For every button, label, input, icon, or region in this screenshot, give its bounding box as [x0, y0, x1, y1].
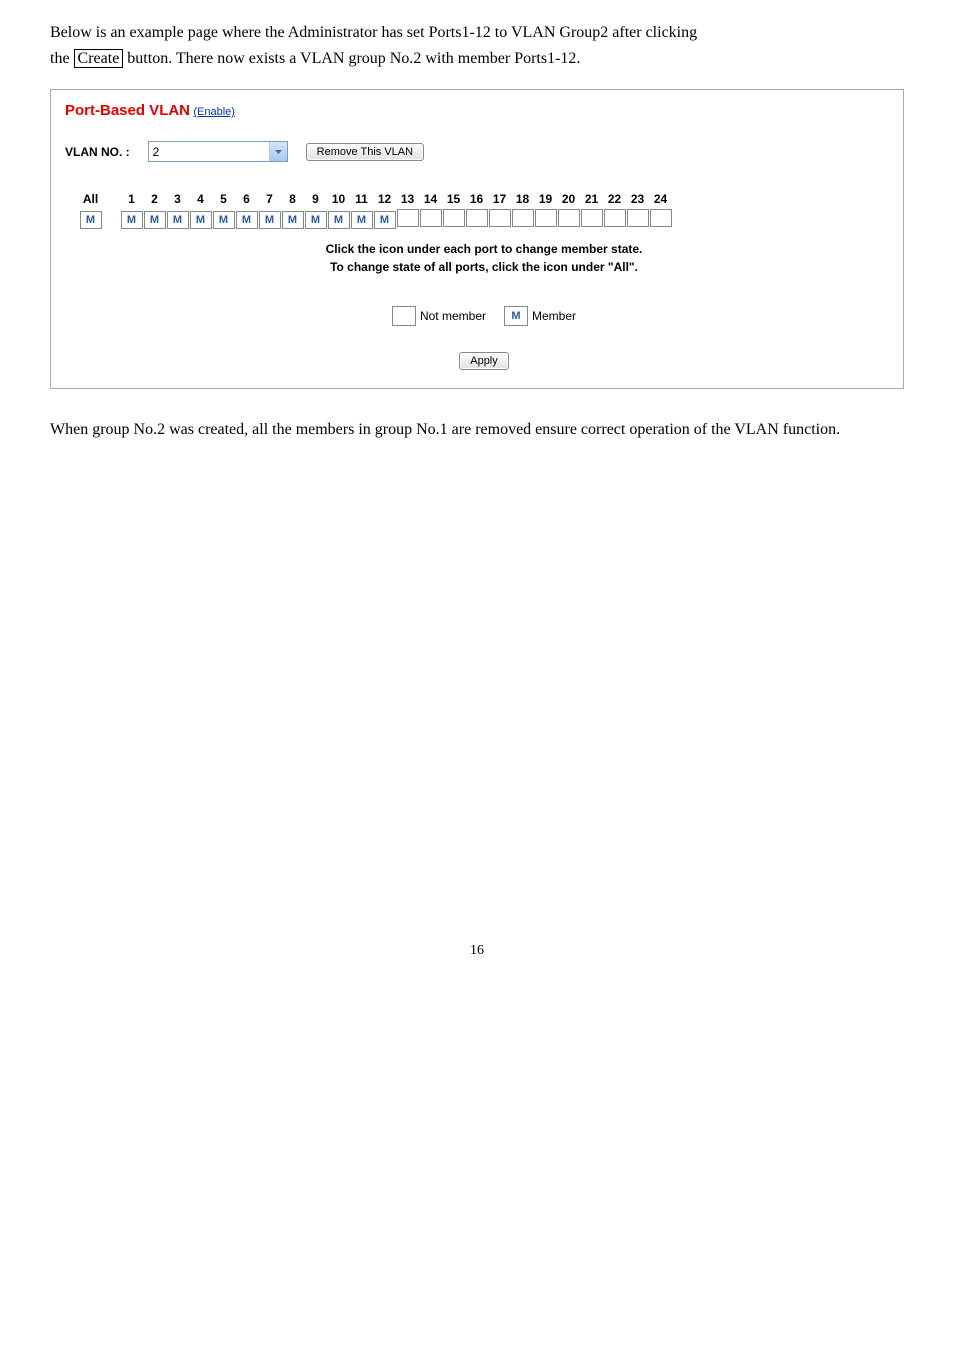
port-header-8: 8: [281, 192, 304, 209]
port-toggle-20[interactable]: [558, 209, 580, 227]
enable-link[interactable]: (Enable): [193, 106, 235, 118]
hint-line1: Click the icon under each port to change…: [326, 242, 643, 256]
port-header-15: 15: [442, 192, 465, 209]
port-header-2: 2: [143, 192, 166, 209]
port-header-12: 12: [373, 192, 396, 209]
port-header-19: 19: [534, 192, 557, 209]
panel-title: Port-Based VLAN: [65, 102, 190, 119]
port-header-17: 17: [488, 192, 511, 209]
intro-paragraph: Below is an example page where the Admin…: [50, 20, 904, 71]
port-toggle-17[interactable]: [489, 209, 511, 227]
page-number: 16: [50, 943, 904, 959]
legend-not-member: Not member: [392, 306, 486, 326]
legend: Not member M Member: [79, 306, 889, 326]
remove-vlan-button[interactable]: Remove This VLAN: [306, 143, 424, 161]
intro-line2b: button. There now exists a VLAN group No…: [123, 50, 580, 67]
vlan-panel: Port-Based VLAN (Enable) VLAN NO. : 2 Re…: [50, 89, 904, 389]
port-header-3: 3: [166, 192, 189, 209]
legend-member-label: Member: [532, 309, 576, 323]
port-toggle-12[interactable]: M: [374, 211, 396, 229]
vlan-no-label: VLAN NO. :: [65, 145, 130, 159]
legend-member-box: M: [504, 306, 528, 326]
port-toggle-18[interactable]: [512, 209, 534, 227]
port-header-10: 10: [327, 192, 350, 209]
port-toggle-15[interactable]: [443, 209, 465, 227]
vlan-no-select[interactable]: 2: [148, 141, 288, 162]
port-toggle-5[interactable]: M: [213, 211, 235, 229]
port-toggle-4[interactable]: M: [190, 211, 212, 229]
port-header-20: 20: [557, 192, 580, 209]
chevron-down-icon: [269, 142, 287, 161]
legend-not-member-label: Not member: [420, 309, 486, 323]
port-header-6: 6: [235, 192, 258, 209]
port-header-23: 23: [626, 192, 649, 209]
port-toggle-9[interactable]: M: [305, 211, 327, 229]
port-toggle-10[interactable]: M: [328, 211, 350, 229]
port-header-14: 14: [419, 192, 442, 209]
port-toggle-2[interactable]: M: [144, 211, 166, 229]
port-header-4: 4: [189, 192, 212, 209]
port-toggle-7[interactable]: M: [259, 211, 281, 229]
port-header-13: 13: [396, 192, 419, 209]
port-header-16: 16: [465, 192, 488, 209]
port-toggle-24[interactable]: [650, 209, 672, 227]
port-toggle-13[interactable]: [397, 209, 419, 227]
legend-not-member-box: [392, 306, 416, 326]
port-header-1: 1: [120, 192, 143, 209]
port-toggle-all[interactable]: M: [80, 211, 102, 229]
port-toggle-14[interactable]: [420, 209, 442, 227]
port-header-11: 11: [350, 192, 373, 209]
port-header-9: 9: [304, 192, 327, 209]
port-header-24: 24: [649, 192, 672, 209]
port-toggle-21[interactable]: [581, 209, 603, 227]
ports-area: All1234567891011121314151617181920212223…: [79, 192, 889, 370]
intro-line2a: the: [50, 50, 74, 67]
port-toggle-11[interactable]: M: [351, 211, 373, 229]
port-header-7: 7: [258, 192, 281, 209]
port-toggle-6[interactable]: M: [236, 211, 258, 229]
ports-table: All1234567891011121314151617181920212223…: [79, 192, 672, 230]
port-header-21: 21: [580, 192, 603, 209]
port-header-18: 18: [511, 192, 534, 209]
port-header-22: 22: [603, 192, 626, 209]
outro-paragraph: When group No.2 was created, all the mem…: [50, 417, 904, 443]
port-toggle-19[interactable]: [535, 209, 557, 227]
vlan-no-value: 2: [149, 145, 269, 159]
vlan-select-row: VLAN NO. : 2 Remove This VLAN: [65, 141, 889, 162]
port-toggle-8[interactable]: M: [282, 211, 304, 229]
port-header-all: All: [79, 192, 120, 209]
apply-button[interactable]: Apply: [459, 352, 509, 370]
port-toggle-22[interactable]: [604, 209, 626, 227]
port-toggle-1[interactable]: M: [121, 211, 143, 229]
create-boxed: Create: [74, 49, 124, 68]
intro-line1: Below is an example page where the Admin…: [50, 24, 697, 41]
port-toggle-23[interactable]: [627, 209, 649, 227]
port-header-5: 5: [212, 192, 235, 209]
legend-member: M Member: [504, 306, 576, 326]
hint-line2: To change state of all ports, click the …: [330, 260, 638, 274]
port-toggle-16[interactable]: [466, 209, 488, 227]
port-toggle-3[interactable]: M: [167, 211, 189, 229]
hint-text: Click the icon under each port to change…: [79, 240, 889, 276]
